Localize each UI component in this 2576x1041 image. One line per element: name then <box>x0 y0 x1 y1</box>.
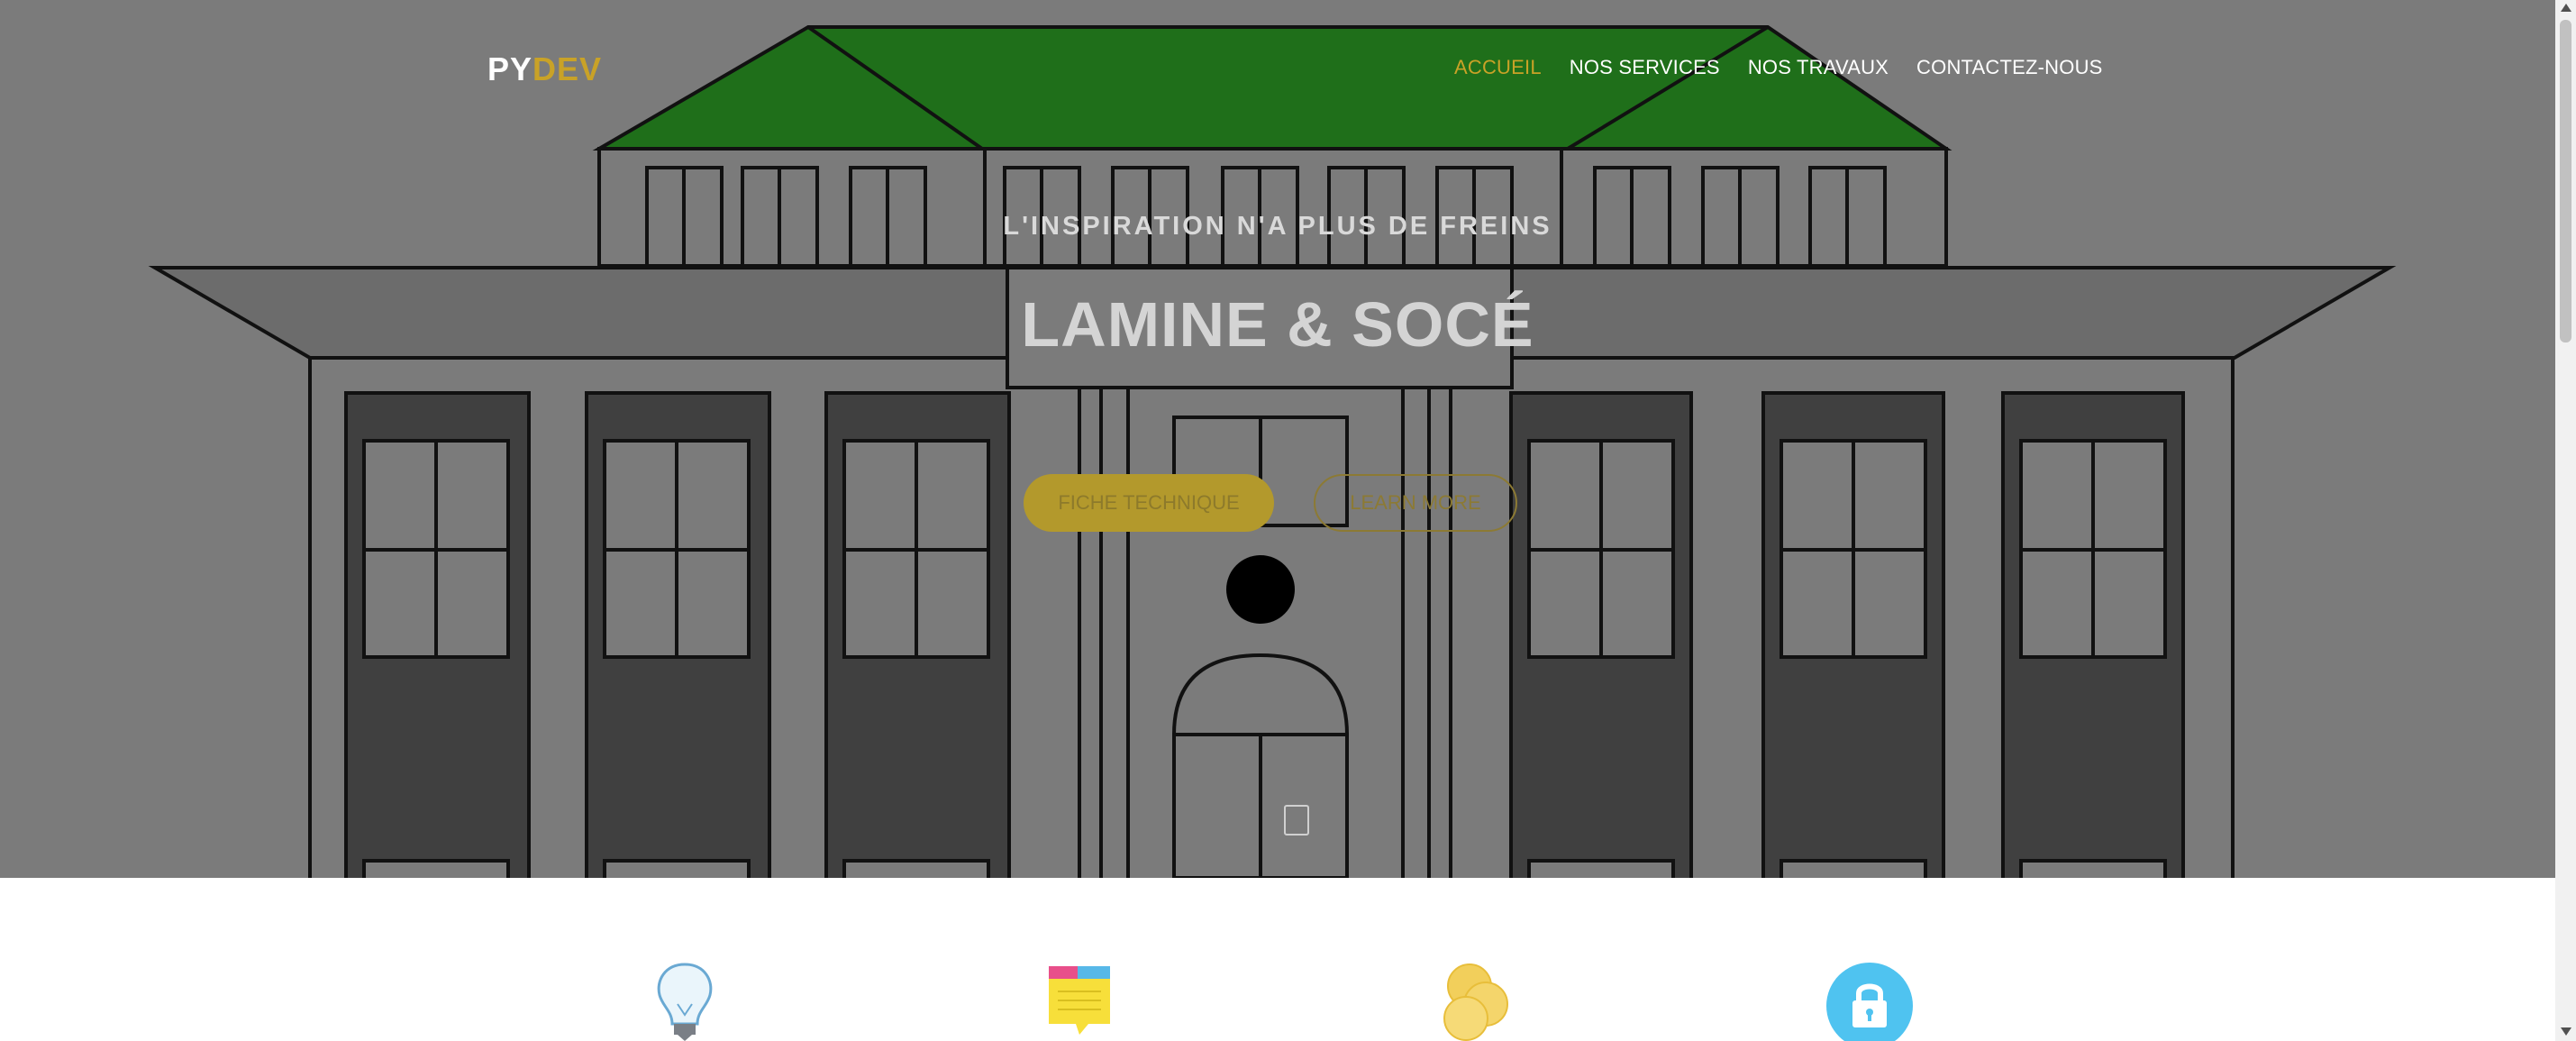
fiche-technique-button[interactable]: FICHE TECHNIQUE <box>1024 474 1274 532</box>
brand-logo-primary: PY <box>487 50 533 87</box>
hero-overlay <box>0 0 2555 878</box>
nav-item-travaux[interactable]: NOS TRAVAUX <box>1748 56 1889 79</box>
brand-logo-accent: DEV <box>532 50 603 87</box>
hero-title: LAMINE & SOCÉ <box>1021 289 1534 360</box>
lightbulb-icon <box>657 963 713 1041</box>
features-section <box>0 878 2555 1041</box>
scrollbar-thumb[interactable] <box>2560 20 2571 342</box>
nav-item-accueil[interactable]: ACCUEIL <box>1454 56 1542 79</box>
sticky-note-icon <box>1049 966 1110 1035</box>
scroll-up-arrow-icon[interactable] <box>2561 4 2571 12</box>
nav-item-contact[interactable]: CONTACTEZ-NOUS <box>1916 56 2103 79</box>
hero-section: PYDEV ACCUEIL NOS SERVICES NOS TRAVAUX C… <box>0 0 2555 878</box>
nav-item-services[interactable]: NOS SERVICES <box>1570 56 1720 79</box>
coins-icon <box>1443 963 1508 1041</box>
hero-tagline: L'INSPIRATION N'A PLUS DE FREINS <box>1003 212 1552 241</box>
main-nav: ACCUEIL NOS SERVICES NOS TRAVAUX CONTACT… <box>1454 56 2131 79</box>
learn-more-button[interactable]: LEARN MORE <box>1314 474 1517 532</box>
lock-icon <box>1826 963 1913 1041</box>
page-scrollbar[interactable] <box>2555 0 2576 1041</box>
scroll-down-arrow-icon[interactable] <box>2561 1027 2571 1036</box>
scroll-down-icon[interactable] <box>1284 805 1309 836</box>
brand-logo[interactable]: PYDEV <box>487 50 602 88</box>
